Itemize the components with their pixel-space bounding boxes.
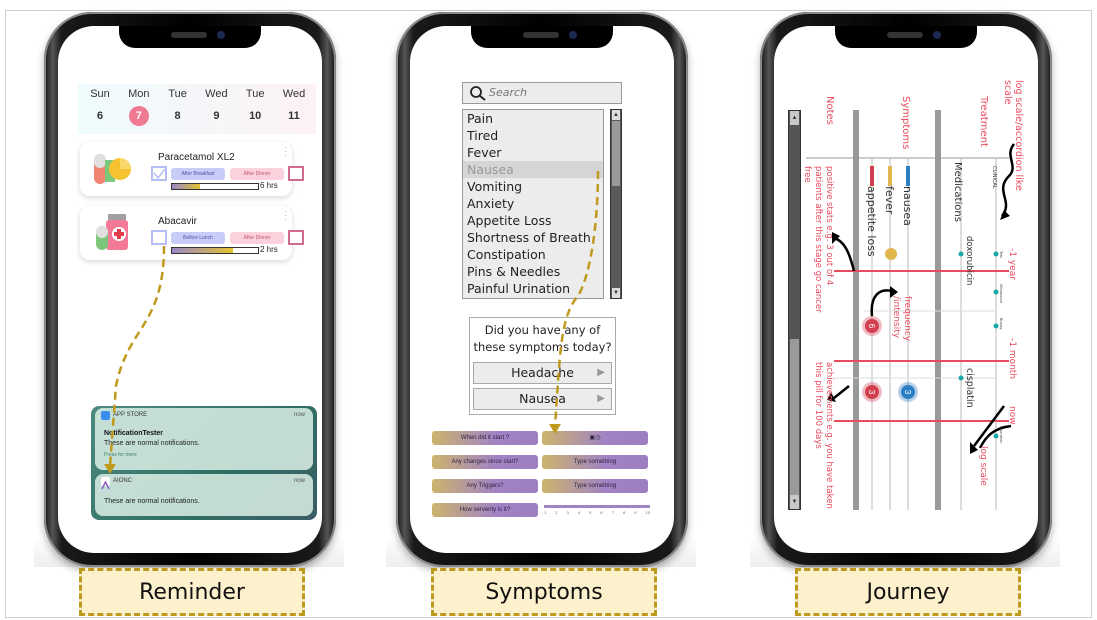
journey-screen: ▲ ▼ 6 3 3 Notes Symptoms Treatment log s… xyxy=(774,26,1038,553)
column-header-symptoms: Symptoms xyxy=(900,96,911,150)
clinical-event-dot xyxy=(993,289,999,295)
track-label-clinical: CLINICAL xyxy=(991,166,997,189)
track-label-fever: fever xyxy=(883,186,896,215)
track-label-medications: Medications xyxy=(952,162,963,222)
clinical-event-dot xyxy=(993,433,999,439)
annotation-frequency-intensity: frequency /intensity xyxy=(891,296,912,342)
journey-phone: ▲ ▼ 6 3 3 Notes Symptoms Treatment log s… xyxy=(750,12,1060,567)
fever-event-dot xyxy=(885,248,897,260)
reminder-screen: Sun 6 Mon 7 Tue 8 Wed 9 Tue 10 Wed 11 Paraceta… xyxy=(58,26,322,553)
medication-label: cisplatin xyxy=(964,368,975,408)
annotation-arrow xyxy=(870,289,893,317)
symptoms-phone: Search Pain Tired Fever Nausea Vomiting … xyxy=(386,12,696,567)
symptoms-screen: Search Pain Tired Fever Nausea Vomiting … xyxy=(410,26,674,553)
column-divider xyxy=(935,110,941,510)
symptom-color-marker xyxy=(888,166,892,186)
symptom-badge: 6 xyxy=(862,316,882,336)
symptom-badge: 3 xyxy=(862,382,882,402)
caption-reminder: Reminder xyxy=(79,568,305,616)
flow-arrow xyxy=(549,170,600,434)
clinical-event-label: Test xyxy=(999,251,1003,258)
phone-notch xyxy=(835,26,977,48)
note-positive-stats: positive stats e.g. 3 out of 4 patients … xyxy=(802,166,834,313)
clinical-event-label: Ultrasound xyxy=(999,284,1003,304)
time-marker-label: now xyxy=(1007,406,1017,425)
symptom-color-marker xyxy=(906,166,910,186)
svg-text:3: 3 xyxy=(903,390,912,395)
note-achievements: achievements e.g. you have taken this pi… xyxy=(813,362,834,509)
phone-notch xyxy=(471,26,613,48)
medication-label: doxorubicin xyxy=(964,236,974,286)
time-marker-label: -1 year xyxy=(1007,248,1017,280)
clinical-event-dot xyxy=(993,251,999,257)
annotation-arrow xyxy=(833,236,856,272)
column-divider xyxy=(853,110,859,510)
caption-symptoms: Symptoms xyxy=(431,568,657,616)
caption-journey: Journey xyxy=(795,568,1021,616)
phone-notch xyxy=(119,26,261,48)
flow-arrow xyxy=(104,245,166,474)
column-header-treatment: Treatment xyxy=(978,96,989,147)
symptom-color-marker xyxy=(870,166,874,186)
annotation-log-scale: log scale xyxy=(978,446,988,486)
clinical-event-dot xyxy=(958,375,964,381)
clinical-event-label: Operation xyxy=(999,426,1003,444)
symptom-badge: 3 xyxy=(898,382,918,402)
annotation-arrow xyxy=(833,385,850,399)
column-header-notes: Notes xyxy=(824,96,835,125)
scale-annotation: log scale/accordion like scale xyxy=(1002,80,1024,191)
clinical-event-dot xyxy=(993,323,999,329)
time-marker-label: -1 month xyxy=(1007,338,1017,380)
clinical-event-dot xyxy=(958,251,964,257)
reminder-phone: Sun 6 Mon 7 Tue 8 Wed 9 Tue 10 Wed 11 Paraceta… xyxy=(34,12,344,567)
track-label-nausea: nausea xyxy=(901,186,914,226)
svg-text:3: 3 xyxy=(867,390,876,395)
clinical-event-label: Biopsy xyxy=(999,318,1003,330)
track-label-appetite-loss: appetite loss xyxy=(865,186,878,257)
svg-text:6: 6 xyxy=(867,324,876,329)
